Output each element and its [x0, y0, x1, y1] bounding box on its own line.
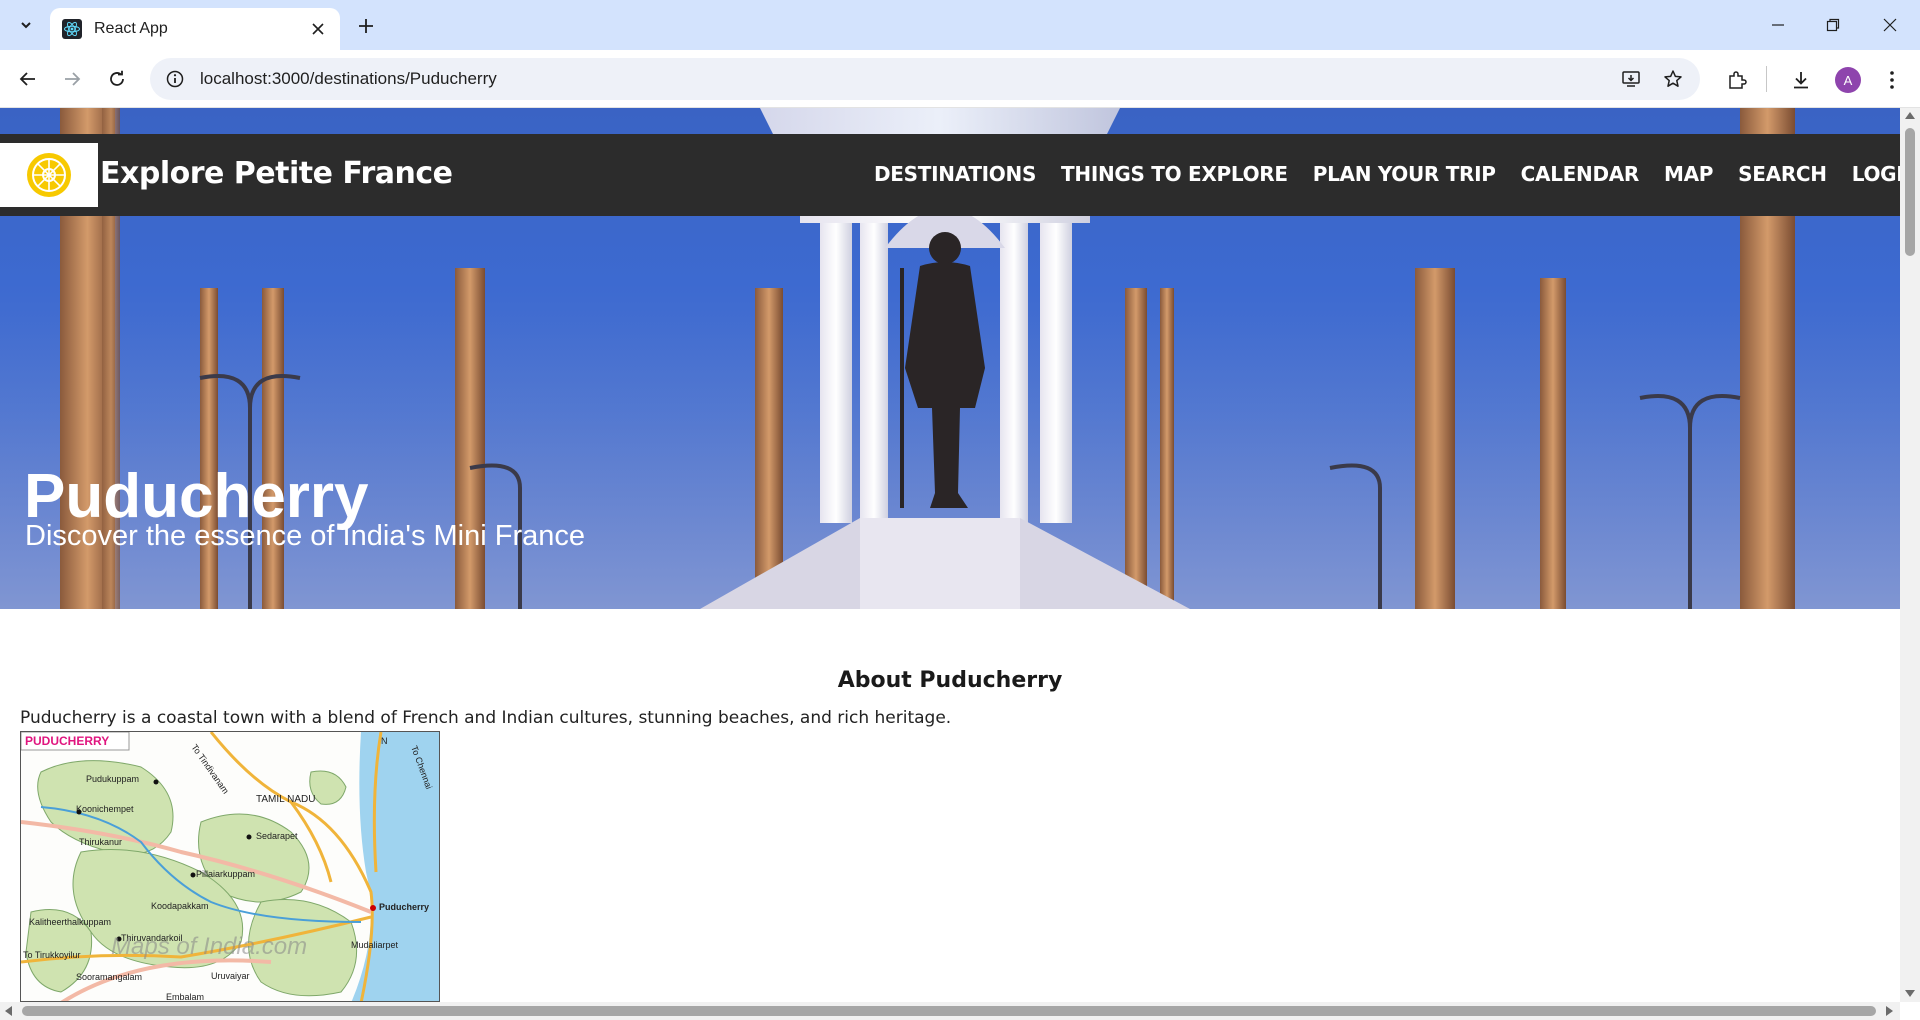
nav-plan-your-trip[interactable]: PLAN YOUR TRIP: [1313, 162, 1496, 186]
scroll-down-arrow-icon[interactable]: [1905, 990, 1915, 997]
minimize-icon: [1772, 24, 1784, 26]
restore-icon: [1826, 18, 1840, 32]
nav-destinations[interactable]: DESTINATIONS: [874, 162, 1036, 186]
svg-text:Koodapakkam: Koodapakkam: [151, 901, 209, 911]
vertical-scrollbar[interactable]: [1900, 108, 1920, 1002]
reload-icon: [110, 70, 124, 86]
nav-search[interactable]: SEARCH: [1738, 162, 1827, 186]
browser-tab-strip: React App: [0, 0, 1920, 50]
address-bar[interactable]: localhost:3000/destinations/Puducherry: [150, 58, 1700, 100]
downloads-button[interactable]: [1786, 65, 1816, 95]
arrow-left-icon: [19, 72, 35, 86]
extensions-button[interactable]: [1722, 65, 1752, 95]
svg-text:Embalam: Embalam: [166, 992, 204, 1002]
map-watermark: Maps of India.com: [111, 933, 307, 960]
install-icon: [1622, 71, 1640, 87]
main-nav-links: DESTINATIONS THINGS TO EXPLORE PLAN YOUR…: [874, 162, 1900, 186]
install-app-button[interactable]: [1616, 64, 1646, 94]
nav-login-signup[interactable]: LOGIN/SIGN UP: [1852, 162, 1900, 186]
browser-toolbar: localhost:3000/destinations/Puducherry A: [0, 50, 1920, 108]
vertical-scroll-thumb[interactable]: [1905, 128, 1915, 256]
react-logo-icon: [62, 19, 82, 39]
svg-text:Pillaiarkuppam: Pillaiarkuppam: [196, 869, 255, 879]
about-description: Puducherry is a coastal town with a blen…: [20, 708, 952, 728]
site-info-button[interactable]: [164, 68, 186, 90]
horizontal-scroll-thumb[interactable]: [22, 1006, 1876, 1016]
svg-text:N: N: [381, 736, 388, 746]
plus-icon: [359, 19, 373, 33]
toolbar-divider: [1766, 66, 1767, 92]
svg-text:Thirukanur: Thirukanur: [79, 837, 122, 847]
nav-calendar[interactable]: CALENDAR: [1521, 162, 1640, 186]
svg-text:Kalitheerthalkuppam: Kalitheerthalkuppam: [29, 917, 111, 927]
nav-things-to-explore[interactable]: THINGS TO EXPLORE: [1061, 162, 1288, 186]
puzzle-icon: [1729, 71, 1747, 89]
svg-text:To Tirukkoyilur: To Tirukkoyilur: [23, 950, 81, 960]
close-window-button[interactable]: [1872, 10, 1908, 40]
info-icon: [166, 70, 184, 88]
svg-text:Koonichempet: Koonichempet: [76, 804, 134, 814]
scroll-left-arrow-icon[interactable]: [5, 1006, 12, 1016]
nav-map[interactable]: MAP: [1664, 162, 1713, 186]
svg-text:Puducherry: Puducherry: [379, 902, 429, 912]
close-icon: [1883, 18, 1897, 32]
new-tab-button[interactable]: [352, 12, 380, 40]
hero-banner: Puducherry Discover the essence of India…: [0, 108, 1900, 609]
close-icon: [312, 23, 324, 35]
tab-search-button[interactable]: [10, 11, 42, 39]
reload-button[interactable]: [103, 65, 131, 93]
chakra-wheel-icon: [27, 153, 71, 197]
browser-menu-button[interactable]: [1877, 65, 1907, 95]
chevron-down-icon: [21, 22, 31, 29]
arrow-right-icon: [65, 72, 81, 86]
about-heading: About Puducherry: [837, 668, 1063, 693]
avatar: A: [1835, 67, 1861, 93]
svg-text:Pudukuppam: Pudukuppam: [86, 774, 139, 784]
site-logo[interactable]: [0, 143, 98, 207]
site-name[interactable]: Explore Petite France: [100, 156, 453, 191]
download-icon: [1794, 72, 1808, 89]
horizontal-scrollbar[interactable]: [0, 1002, 1900, 1020]
scroll-up-arrow-icon[interactable]: [1905, 112, 1915, 119]
minimize-button[interactable]: [1760, 10, 1796, 40]
svg-text:PUDUCHERRY: PUDUCHERRY: [25, 734, 109, 748]
svg-text:TAMIL NADU: TAMIL NADU: [256, 794, 315, 805]
site-navbar: Explore Petite France DESTINATIONS THING…: [0, 134, 1900, 216]
tab-close-button[interactable]: [308, 19, 328, 39]
back-button[interactable]: [14, 65, 42, 93]
hero-subtitle: Discover the essence of India's Mini Fra…: [25, 520, 586, 552]
star-icon: [1664, 70, 1682, 87]
svg-text:Sooramangalam: Sooramangalam: [76, 972, 142, 982]
page-viewport: Puducherry Discover the essence of India…: [0, 108, 1900, 1002]
profile-button[interactable]: A: [1833, 65, 1863, 95]
url-text: localhost:3000/destinations/Puducherry: [200, 69, 497, 88]
svg-text:Uruvaiyar: Uruvaiyar: [211, 971, 250, 981]
forward-button[interactable]: [58, 65, 86, 93]
bookmark-button[interactable]: [1658, 64, 1688, 94]
svg-text:Mudaliarpet: Mudaliarpet: [351, 940, 399, 950]
more-vertical-icon: [1890, 71, 1894, 89]
tab-title: React App: [94, 20, 168, 37]
scroll-right-arrow-icon[interactable]: [1886, 1006, 1893, 1016]
svg-text:Sedarapet: Sedarapet: [256, 831, 298, 841]
hero-title: Puducherry: [24, 462, 369, 531]
browser-tab-active[interactable]: React App: [50, 8, 340, 50]
restore-button[interactable]: [1815, 10, 1851, 40]
puducherry-map-image: PUDUCHERRY N To Tindivanam To Chennai Pu…: [20, 731, 440, 1002]
